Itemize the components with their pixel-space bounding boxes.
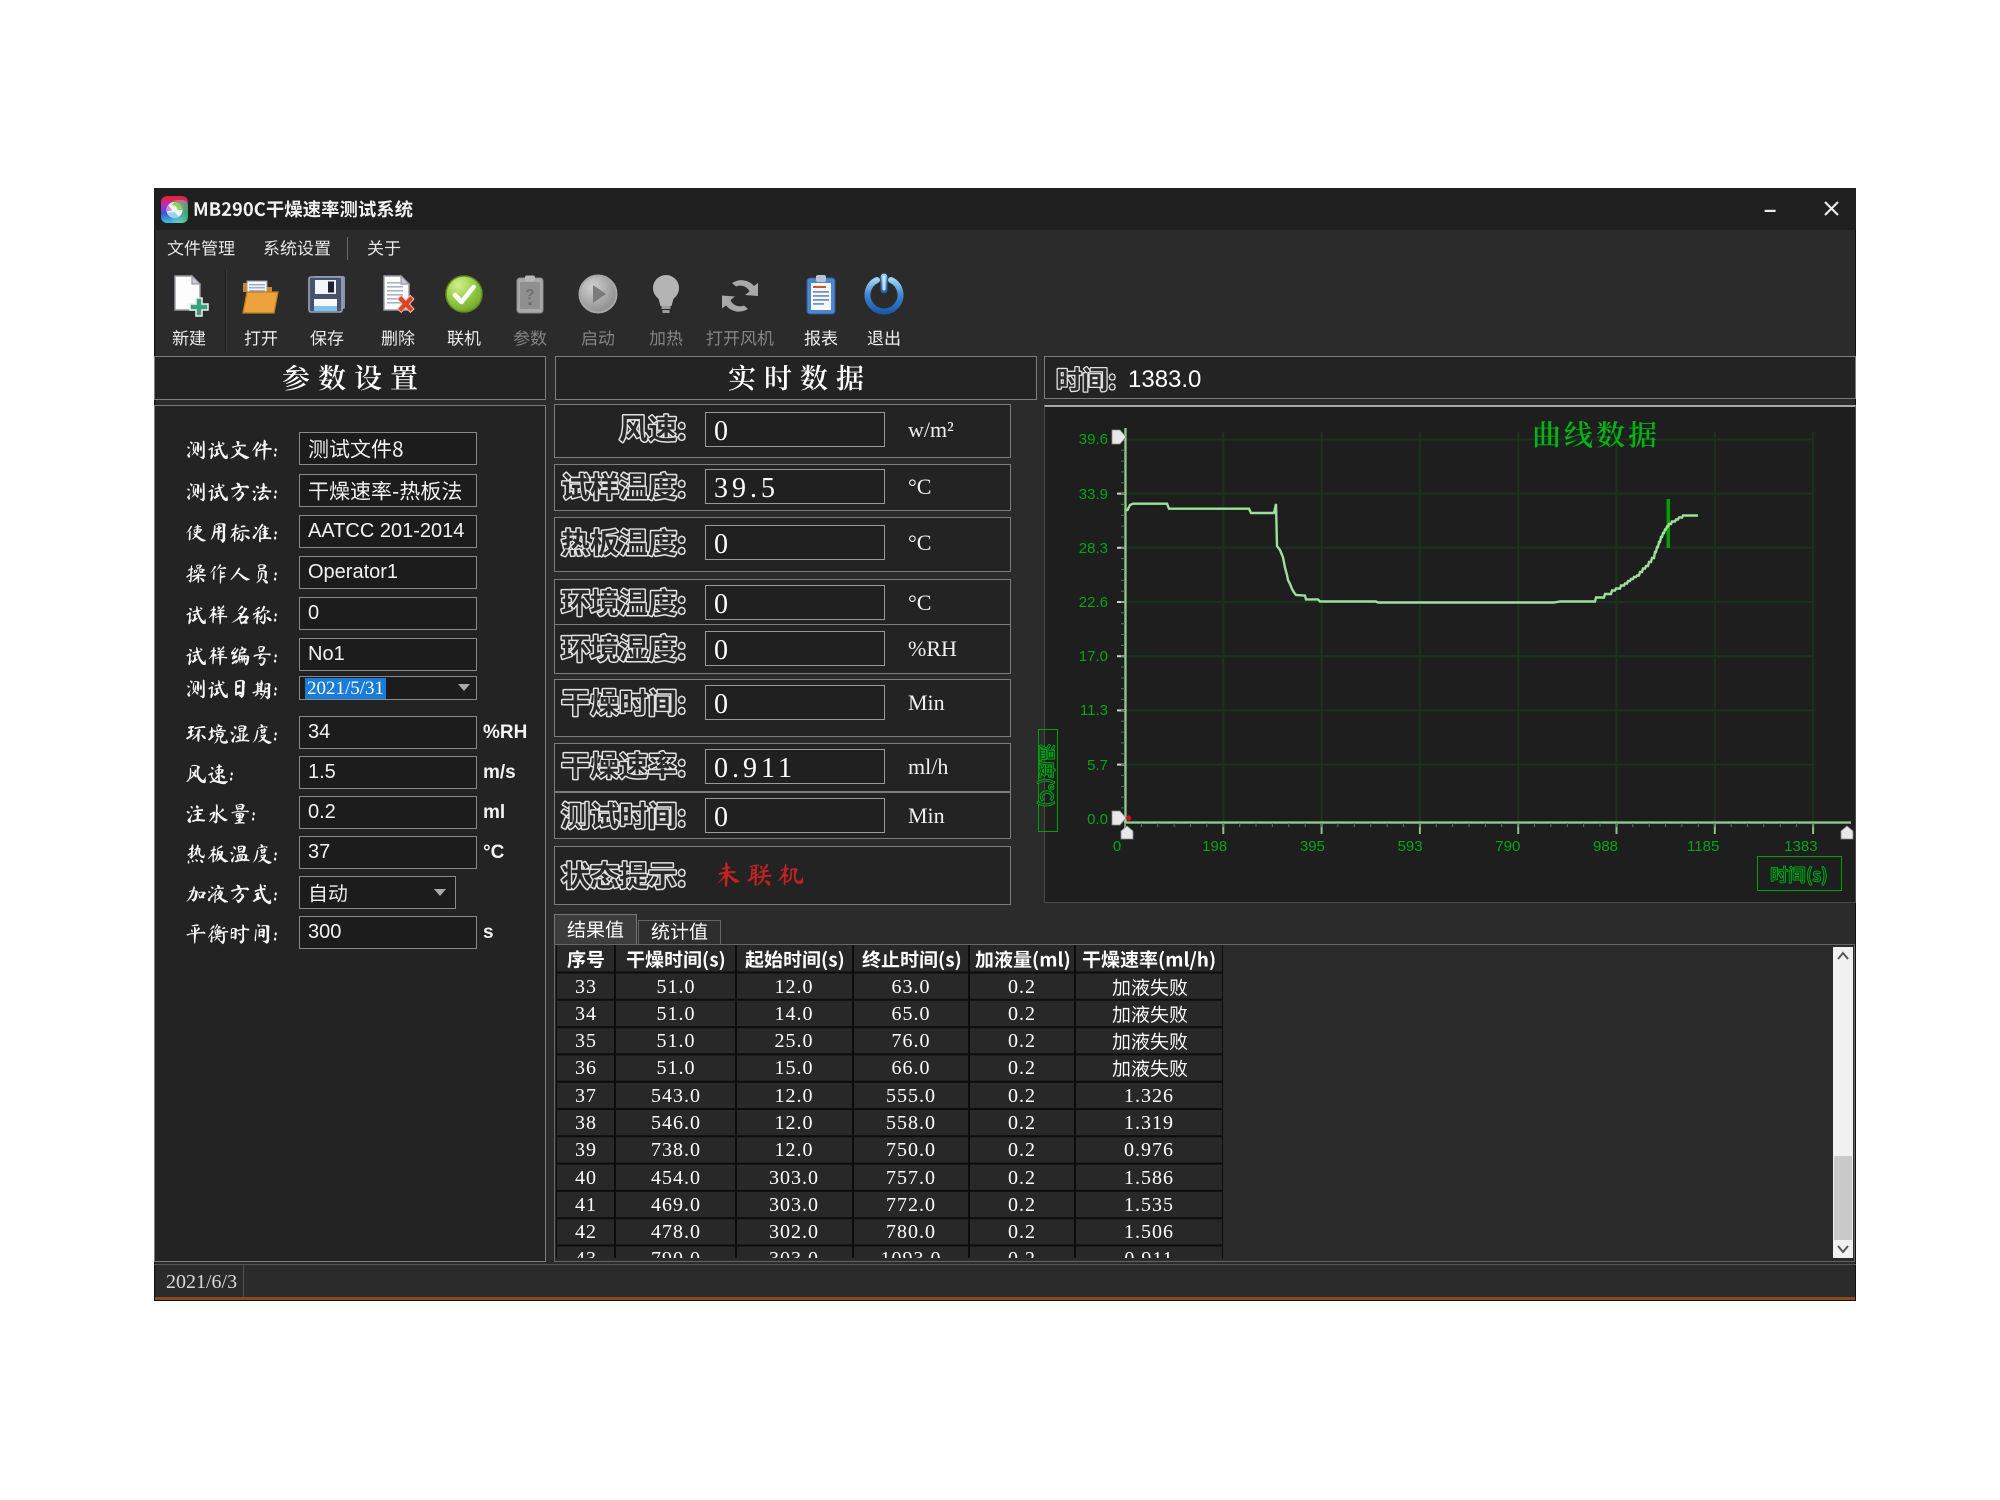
svg-text:?: ? bbox=[525, 286, 534, 303]
